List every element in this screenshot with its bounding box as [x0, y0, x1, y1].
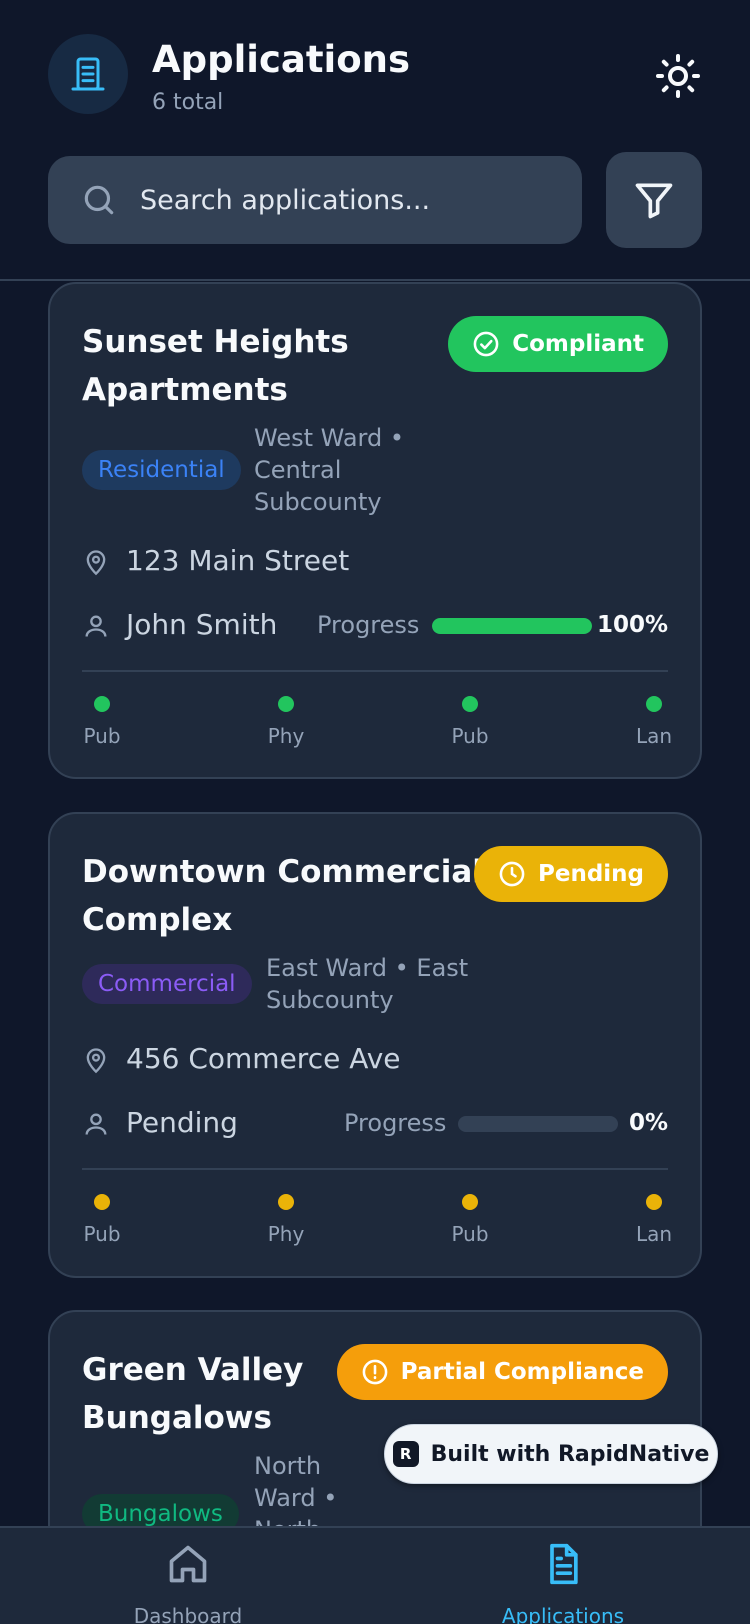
application-count: 6 total — [152, 90, 224, 115]
check-item: Pub — [72, 1194, 132, 1246]
status-dot — [278, 696, 294, 712]
nav-applications[interactable]: Applications — [473, 1528, 653, 1624]
building-icon — [48, 34, 128, 114]
map-pin-icon — [86, 550, 106, 576]
check-item: Lan — [624, 696, 684, 748]
application-card[interactable]: Downtown Commercial Complex Pending Comm… — [48, 812, 702, 1278]
search-icon — [84, 185, 114, 215]
user-icon — [85, 1113, 107, 1135]
status-dot — [646, 1194, 662, 1210]
divider — [82, 670, 668, 672]
progress-bar — [432, 618, 592, 634]
check-item: Phy — [256, 1194, 316, 1246]
application-name: Green Valley Bungalows — [82, 1352, 304, 1436]
user-icon — [85, 615, 107, 637]
status-badge: Compliant — [448, 316, 668, 372]
bottom-navigation: Dashboard Applications — [0, 1526, 750, 1624]
filter-icon — [635, 183, 673, 219]
address: 123 Main Street — [126, 544, 350, 577]
search-input[interactable] — [140, 184, 560, 216]
nav-dashboard[interactable]: Dashboard — [98, 1528, 278, 1624]
ward-location: West Ward • Central Subcounty — [254, 424, 404, 516]
owner-name: John Smith — [126, 608, 278, 641]
document-icon — [550, 1543, 578, 1585]
status-dot — [462, 696, 478, 712]
status-dot — [94, 696, 110, 712]
check-circle-icon — [473, 331, 499, 357]
status-dot — [462, 1194, 478, 1210]
status-badge: Partial Compliance — [336, 1344, 668, 1400]
application-card[interactable]: Sunset Heights Apartments Compliant Resi… — [48, 282, 702, 779]
divider — [82, 1168, 668, 1170]
progress-value: 100% — [596, 612, 668, 638]
check-item: Pub — [72, 696, 132, 748]
check-item: Phy — [256, 696, 316, 748]
map-pin-icon — [86, 1048, 106, 1074]
progress-bar — [458, 1116, 618, 1132]
application-name: Sunset Heights Apartments — [82, 324, 349, 408]
built-with-badge[interactable]: R Built with RapidNative — [384, 1424, 718, 1484]
status-dot — [646, 696, 662, 712]
status-badge: Pending — [473, 846, 668, 902]
owner-name: Pending — [126, 1106, 238, 1139]
application-name: Downtown Commercial Complex — [82, 854, 483, 938]
sun-icon — [656, 54, 700, 98]
progress-value: 0% — [628, 1110, 668, 1136]
type-tag: Residential — [82, 450, 241, 490]
home-icon — [169, 1545, 207, 1583]
type-tag: Commercial — [82, 964, 252, 1004]
header: Applications 6 total — [0, 0, 750, 281]
page-title: Applications — [152, 38, 411, 81]
search-bar[interactable] — [48, 156, 582, 244]
address: 456 Commerce Ave — [126, 1042, 401, 1075]
clock-icon — [499, 861, 525, 887]
ward-location: East Ward • East Subcounty — [266, 954, 469, 1014]
check-item: Lan — [624, 1194, 684, 1246]
status-dot — [94, 1194, 110, 1210]
check-item: Pub — [440, 1194, 500, 1246]
progress-fill — [432, 618, 592, 634]
alert-circle-icon — [362, 1359, 387, 1385]
progress-label: Progress — [344, 1109, 447, 1137]
check-item: Pub — [440, 696, 500, 748]
rapidnative-logo-icon: R — [392, 1441, 419, 1467]
status-dot — [278, 1194, 294, 1210]
progress-label: Progress — [317, 611, 420, 639]
filter-button[interactable] — [606, 152, 702, 248]
theme-toggle-button[interactable] — [650, 48, 706, 104]
